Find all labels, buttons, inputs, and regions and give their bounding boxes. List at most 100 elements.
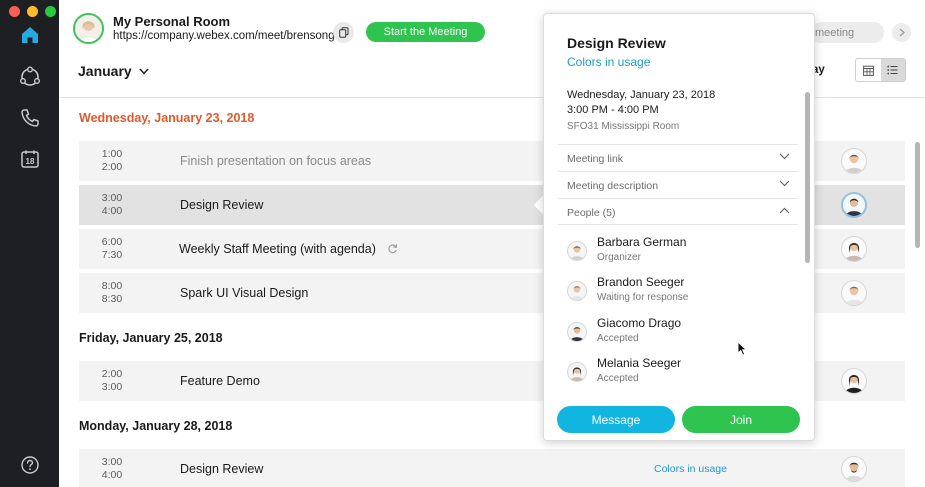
person-name: Giacomo Drago: [597, 316, 682, 330]
event-time: 8:00 8:30: [101, 280, 123, 305]
event-time: 3:00 4:00: [101, 456, 123, 481]
copy-url-button[interactable]: [333, 22, 354, 43]
event-link[interactable]: Colors in usage: [654, 463, 727, 475]
event-title: Design Review: [180, 198, 264, 212]
organizer-avatar: [841, 192, 867, 218]
chevron-down-icon: [139, 68, 149, 75]
help-icon: [21, 456, 39, 474]
person-avatar-icon: [570, 286, 584, 300]
person-item[interactable]: Giacomo Drago Accepted: [567, 316, 787, 350]
organizer-avatar: [841, 456, 867, 482]
list-icon: [887, 65, 898, 75]
grid-view-button[interactable]: [856, 59, 881, 81]
chevron-right-icon: [899, 28, 905, 37]
sidebar-item-teams[interactable]: [17, 64, 43, 90]
person-status: Accepted: [597, 333, 639, 344]
month-label: January: [78, 63, 132, 79]
sidebar-item-home[interactable]: [17, 22, 43, 48]
section-label: Meeting description: [567, 180, 659, 192]
person-avatar: [567, 362, 587, 382]
person-avatar: [567, 281, 587, 301]
svg-text:18: 18: [26, 157, 35, 166]
event-time: 6:00 7:30: [101, 236, 123, 261]
calendar-icon: 18: [21, 150, 39, 168]
popup-date: Wednesday, January 23, 2018: [567, 89, 716, 101]
meeting-description-section[interactable]: Meeting description: [558, 171, 798, 198]
popup-subtitle-link[interactable]: Colors in usage: [567, 55, 650, 69]
organizer-avatar: [841, 368, 867, 394]
person-item[interactable]: Barbara German Organizer: [567, 235, 787, 269]
personal-room-avatar[interactable]: [73, 13, 104, 44]
event-title: Finish presentation on focus areas: [180, 154, 372, 168]
person-avatar-icon: [570, 246, 584, 260]
person-status: Accepted: [597, 373, 639, 384]
person-name: Brandon Seeger: [597, 275, 685, 289]
event-title: Design Review: [180, 462, 264, 476]
person-status: Organizer: [597, 252, 641, 263]
join-button[interactable]: Join: [682, 406, 800, 433]
organizer-avatar: [841, 280, 867, 306]
minimize-window-button[interactable]: [27, 6, 38, 17]
person-avatar-icon: [845, 462, 863, 481]
chevron-down-icon: [779, 153, 790, 160]
calendar-grid-icon: [862, 65, 874, 76]
event-row[interactable]: 3:00 4:00 Design Review Colors in usage: [79, 449, 905, 487]
meeting-link-section[interactable]: Meeting link: [558, 144, 798, 171]
people-section[interactable]: People (5): [558, 198, 798, 225]
sidebar-item-help[interactable]: [17, 452, 43, 478]
person-avatar-icon: [845, 242, 863, 261]
event-title: Feature Demo: [180, 374, 260, 388]
mouse-cursor-icon: [737, 341, 747, 356]
day-header: Monday, January 28, 2018: [79, 419, 233, 433]
section-label: People (5): [567, 207, 616, 219]
event-time: 1:00 2:00: [101, 148, 123, 173]
event-time: 3:00 4:00: [101, 192, 123, 217]
popup-room: SFO31 Mississippi Room: [567, 121, 680, 132]
organizer-avatar: [841, 148, 867, 174]
person-avatar: [567, 241, 587, 261]
event-title: Weekly Staff Meeting (with agenda): [179, 242, 376, 256]
start-meeting-button[interactable]: Start the Meeting: [366, 22, 485, 42]
person-avatar-icon: [845, 374, 863, 393]
zoom-window-button[interactable]: [45, 6, 56, 17]
event-time: 2:00 3:00: [101, 368, 123, 393]
month-selector[interactable]: January: [78, 63, 149, 79]
chevron-down-icon: [779, 180, 790, 187]
person-avatar-icon: [570, 327, 584, 341]
popup-scrollbar[interactable]: [805, 92, 810, 263]
agenda-scrollbar[interactable]: [915, 142, 920, 248]
personal-room-title: My Personal Room: [113, 14, 231, 29]
chevron-up-icon: [779, 207, 790, 214]
sidebar-item-calendar[interactable]: 18: [17, 146, 43, 172]
sidebar-item-calls[interactable]: [17, 105, 43, 131]
meeting-search-pill[interactable]: meeting: [811, 22, 884, 43]
message-button[interactable]: Message: [557, 406, 675, 433]
person-name: Barbara German: [597, 235, 687, 249]
recurring-icon: [388, 244, 398, 254]
person-avatar-icon: [845, 154, 863, 173]
person-avatar: [567, 322, 587, 342]
list-view-button[interactable]: [880, 59, 905, 81]
user-avatar-icon: [75, 15, 102, 42]
personal-room-url[interactable]: https://company.webex.com/meet/brensong: [113, 30, 335, 42]
meeting-pill-label: meeting: [815, 26, 855, 39]
person-status: Waiting for response: [597, 292, 689, 303]
event-title: Spark UI Visual Design: [180, 286, 309, 300]
day-header: Friday, January 25, 2018: [79, 331, 223, 345]
day-header: Wednesday, January 23, 2018: [79, 111, 255, 125]
window-controls: [9, 6, 56, 17]
popup-title: Design Review: [567, 35, 666, 51]
phone-icon: [21, 109, 39, 127]
popup-time: 3:00 PM - 4:00 PM: [567, 104, 659, 116]
close-window-button[interactable]: [9, 6, 20, 17]
section-label: Meeting link: [567, 153, 624, 165]
person-item[interactable]: Melania Seeger Accepted: [567, 356, 787, 390]
person-avatar-icon: [570, 367, 584, 381]
home-icon: [22, 27, 38, 43]
person-item[interactable]: Brandon Seeger Waiting for response: [567, 275, 787, 309]
copy-icon: [338, 27, 348, 38]
person-name: Melania Seeger: [597, 356, 682, 370]
organizer-avatar: [841, 236, 867, 262]
next-button[interactable]: [892, 23, 911, 42]
sidebar: 18: [0, 0, 59, 487]
